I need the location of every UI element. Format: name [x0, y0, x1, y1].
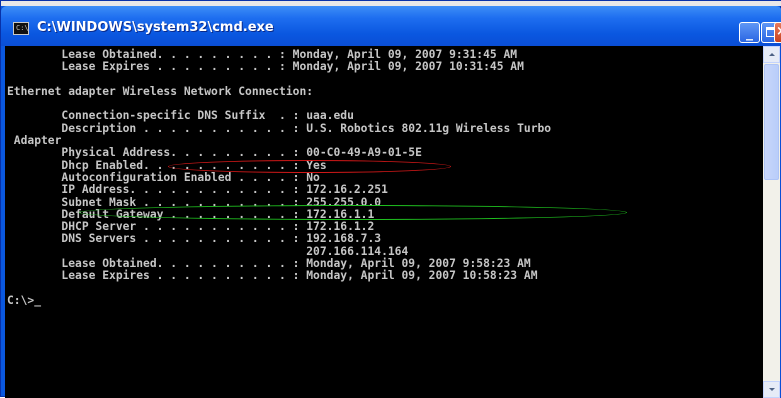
console-line: IP Address. . . . . . . . . . . . : 172.…: [7, 183, 388, 197]
minimize-button[interactable]: _: [739, 22, 760, 43]
console-line: Dhcp Enabled. . . . . . . . . . . : Yes: [7, 158, 327, 172]
console-line: Lease Expires . . . . . . . . . : Monday…: [7, 60, 524, 74]
scroll-up-arrow-icon[interactable]: [763, 46, 780, 63]
cmd-window: C:\ C:\WINDOWS\system32\cmd.exe _ × Leas…: [0, 0, 781, 398]
window-title: C:\WINDOWS\system32\cmd.exe: [37, 20, 274, 35]
console-line: DNS Servers . . . . . . . . . . . : 192.…: [7, 232, 382, 246]
console-line: Default Gateway . . . . . . . . . : 172.…: [7, 207, 375, 221]
console-line: Subnet Mask . . . . . . . . . . . : 255.…: [7, 195, 382, 209]
console-line: Description . . . . . . . . . . . : U.S.…: [7, 121, 552, 135]
console-output[interactable]: Lease Obtained. . . . . . . . . : Monday…: [5, 46, 763, 398]
console-line: 207.166.114.164: [7, 244, 409, 258]
console-line: Lease Obtained. . . . . . . . . : Monday…: [7, 48, 518, 61]
console-line: DHCP Server . . . . . . . . . . . : 172.…: [7, 220, 375, 234]
console-line: C:\>_: [7, 293, 42, 307]
console-line: Adapter: [7, 134, 62, 148]
minimize-icon: _: [746, 25, 753, 41]
console-line: Autoconfiguration Enabled . . . . : No: [7, 170, 320, 184]
vertical-scrollbar[interactable]: [763, 46, 780, 398]
cmd-icon-label: C:\: [16, 24, 29, 32]
cmd-icon[interactable]: C:\: [13, 22, 29, 35]
title-bar[interactable]: C:\ C:\WINDOWS\system32\cmd.exe _ ×: [1, 6, 781, 46]
console-line: Connection-specific DNS Suffix . : uaa.e…: [7, 109, 354, 123]
console-line: Ethernet adapter Wireless Network Connec…: [7, 84, 314, 98]
close-button[interactable]: ×: [774, 22, 781, 43]
console-line: Lease Expires . . . . . . . . . . : Mond…: [7, 269, 538, 283]
scroll-thumb[interactable]: [764, 64, 779, 180]
console-line: Lease Obtained. . . . . . . . . . : Mond…: [7, 257, 531, 271]
close-icon: ×: [776, 24, 781, 39]
console-text: Lease Obtained. . . . . . . . . : Monday…: [5, 46, 763, 307]
scroll-down-arrow-icon[interactable]: [763, 381, 780, 398]
console-line: Physical Address. . . . . . . . . : 00-C…: [7, 146, 422, 160]
